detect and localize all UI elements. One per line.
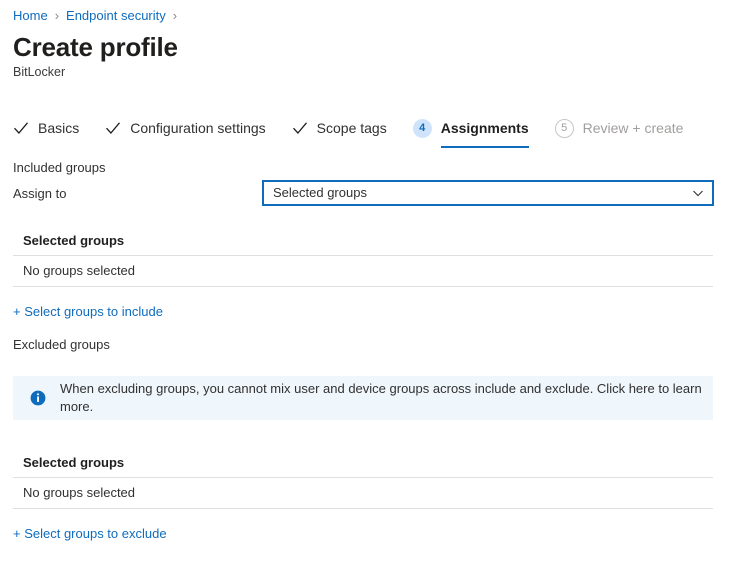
breadcrumb-item-endpoint-security[interactable]: Endpoint security [66,8,166,24]
tab-label: Assignments [440,120,529,136]
included-selected-groups-grid: Selected groups No groups selected [13,226,713,287]
assign-to-selected-value: Selected groups [273,185,367,200]
step-number-badge: 5 [554,118,574,138]
breadcrumb-separator-icon: › [54,8,60,23]
select-groups-to-exclude-link[interactable]: + Select groups to exclude [13,525,167,543]
empty-state-text: No groups selected [23,263,136,278]
exclude-info-banner-text: When excluding groups, you cannot mix us… [60,381,702,414]
tab-basics[interactable]: Basics [13,112,79,144]
tab-label: Scope tags [316,120,387,136]
table-row: No groups selected [13,256,713,287]
check-icon [14,122,28,134]
page-title: Create profile [13,32,178,62]
tab-label: Configuration settings [130,120,266,136]
info-icon [30,390,46,406]
exclude-info-banner: When excluding groups, you cannot mix us… [13,376,713,420]
tab-active-underline [440,146,529,148]
tab-label: Review + create [582,120,684,136]
tab-label: Basics [38,120,80,136]
column-header-selected-groups: Selected groups [23,232,125,248]
tab-scope-tags[interactable]: Scope tags [292,112,387,144]
breadcrumb-item-home[interactable]: Home [13,8,48,24]
breadcrumb-separator-icon: › [172,8,178,23]
included-groups-heading: Included groups [13,160,106,175]
table-row: No groups selected [13,478,713,509]
chevron-down-icon [693,190,703,197]
grid-header-row: Selected groups [13,226,713,256]
check-icon [106,122,121,134]
page-subtitle: BitLocker [13,65,66,79]
select-groups-to-include-link[interactable]: + Select groups to include [13,303,163,321]
excluded-groups-heading: Excluded groups [13,337,110,352]
breadcrumb: Home › Endpoint security › [13,8,184,24]
tab-review-create[interactable]: 5 Review + create [554,112,684,144]
column-header-selected-groups: Selected groups [23,454,125,470]
assign-to-dropdown[interactable]: Selected groups [262,180,714,206]
assign-to-label: Assign to [13,186,67,201]
empty-state-text: No groups selected [23,485,136,500]
wizard-steps: Basics Configuration settings Scope tags… [13,112,683,148]
grid-header-row: Selected groups [13,448,713,478]
tab-assignments[interactable]: 4 Assignments [412,112,529,148]
check-icon [292,122,307,134]
excluded-selected-groups-grid: Selected groups No groups selected [13,448,713,509]
tab-configuration-settings[interactable]: Configuration settings [105,112,266,144]
step-number-badge: 4 [412,118,432,138]
